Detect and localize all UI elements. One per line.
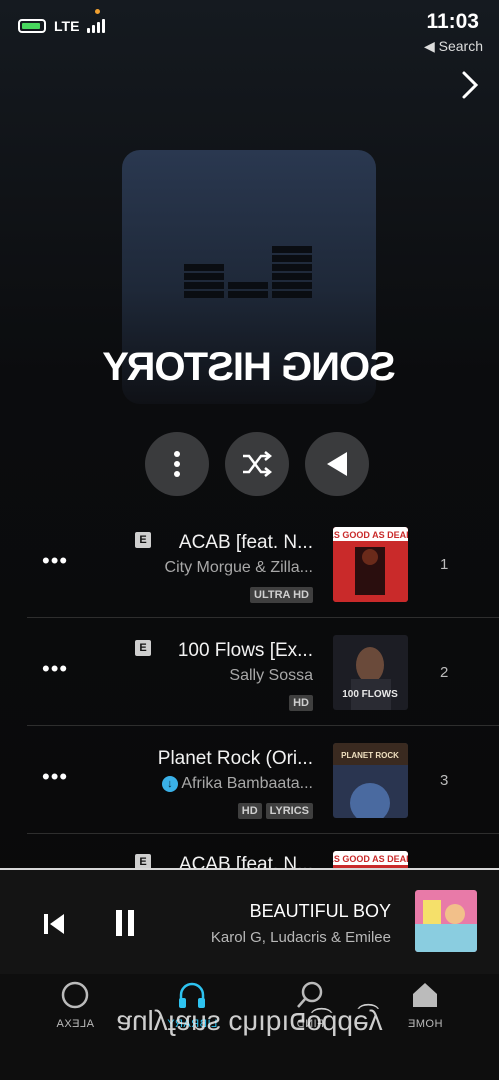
now-playing-title: BEAUTIFUL BOY <box>249 901 391 921</box>
status-icons: LTE <box>18 18 106 34</box>
quality-badges: HD <box>285 693 313 711</box>
track-artwork: 100 FLOWS <box>333 635 408 710</box>
now-playing-artwork <box>415 890 477 952</box>
explicit-badge: E <box>135 532 151 548</box>
track-row[interactable]: 3 PLANET ROCK Planet Rock (Ori... ↓ Afri… <box>0 726 499 834</box>
track-row[interactable]: AS GOOD AS DEAD E ACAB [feat. N... <box>0 834 499 868</box>
headphones-icon <box>179 982 205 1008</box>
bottom-tab-bar: HOME FIND LIBRARY ALEXA <box>0 974 499 1080</box>
quality-badge: HD <box>237 803 262 819</box>
quality-badges: HD LYRICS <box>234 801 313 819</box>
track-artist: City Morgue & Zilla... <box>164 559 313 576</box>
track-title: 100 Flows [Ex... <box>177 640 313 661</box>
tab-library[interactable]: LIBRARY <box>137 974 247 1044</box>
shuffle-icon <box>243 451 273 477</box>
more-options-button[interactable] <box>145 432 209 496</box>
track-title: ACAB [feat. N... <box>178 532 313 553</box>
tab-label: HOME <box>407 1018 443 1030</box>
track-artist: Sally Sossa <box>229 667 313 684</box>
artwork-caption: AS GOOD AS DEAD <box>333 854 408 864</box>
more-vertical-icon <box>174 451 180 477</box>
tab-find[interactable]: FIND <box>255 974 365 1044</box>
pause-icon-bar <box>116 910 122 936</box>
play-icon <box>327 452 347 476</box>
explicit-badge: E <box>135 854 151 868</box>
quality-badge: HD <box>289 695 313 711</box>
skip-previous-icon <box>44 914 64 934</box>
lyrics-badge: LYRICS <box>265 803 313 819</box>
shuffle-button[interactable] <box>225 432 289 496</box>
home-icon <box>413 983 437 1007</box>
battery-icon <box>18 19 46 33</box>
tab-alexa[interactable]: ALEXA <box>20 974 130 1044</box>
quality-badge: ULTRA HD <box>250 587 313 603</box>
quality-badges: ULTRA HD <box>246 585 313 603</box>
artwork-caption: AS GOOD AS DEAD <box>333 530 408 540</box>
signal-icon <box>87 19 106 33</box>
play-button[interactable] <box>305 432 369 496</box>
now-playing-bar[interactable]: BEAUTIFUL BOY Karol G, Ludacris & Emilee <box>0 868 499 974</box>
search-icon <box>297 981 323 1008</box>
artwork-caption: PLANET ROCK <box>341 751 399 760</box>
tab-home[interactable]: HOME <box>370 974 480 1044</box>
tab-label: LIBRARY <box>166 1018 218 1030</box>
track-row[interactable]: 2 100 FLOWS E 100 Flows [Ex... Sally Sos… <box>0 618 499 726</box>
downloaded-icon: ↓ <box>161 775 178 792</box>
status-bar: LTE 11:03 ◀ Search <box>0 0 499 60</box>
pause-icon-bar <box>128 910 134 936</box>
chevron-right-icon[interactable] <box>460 70 480 106</box>
track-artist-row: ↓ Afrika Bambaata... <box>158 775 313 793</box>
track-row[interactable]: 1 AS GOOD AS DEAD E ACAB [feat. N... Cit… <box>0 510 499 618</box>
track-title: ACAB [feat. N... <box>178 854 313 868</box>
pause-button[interactable] <box>116 910 140 941</box>
back-to-search-link[interactable]: ◀ Search <box>424 38 483 55</box>
alexa-icon <box>61 981 89 1009</box>
track-number: 2 <box>440 664 449 681</box>
tab-label: FIND <box>296 1018 324 1030</box>
track-artwork: PLANET ROCK <box>333 743 408 818</box>
playlist-title: SONG HISTORY <box>103 345 396 389</box>
track-artwork: AS GOOD AS DEAD <box>333 851 408 868</box>
track-number: 3 <box>440 772 449 789</box>
track-artist: Afrika Bambaata... <box>181 775 313 792</box>
track-more-button[interactable]: ••• <box>42 548 68 574</box>
now-playing-artist: Karol G, Ludacris & Emilee <box>210 929 391 946</box>
track-more-button[interactable]: ••• <box>42 764 68 790</box>
track-artwork: AS GOOD AS DEAD <box>333 527 408 602</box>
track-more-button[interactable]: ••• <box>42 656 68 682</box>
track-title: Planet Rock (Ori... <box>157 748 313 769</box>
track-number: 1 <box>440 556 449 573</box>
explicit-badge: E <box>135 640 151 656</box>
privacy-indicator-dot <box>95 9 100 14</box>
previous-track-button[interactable] <box>43 913 65 940</box>
network-type: LTE <box>54 18 80 34</box>
artwork-caption: 100 FLOWS <box>342 689 398 700</box>
tab-label: ALEXA <box>56 1018 94 1030</box>
status-time: 11:03 <box>426 10 479 33</box>
